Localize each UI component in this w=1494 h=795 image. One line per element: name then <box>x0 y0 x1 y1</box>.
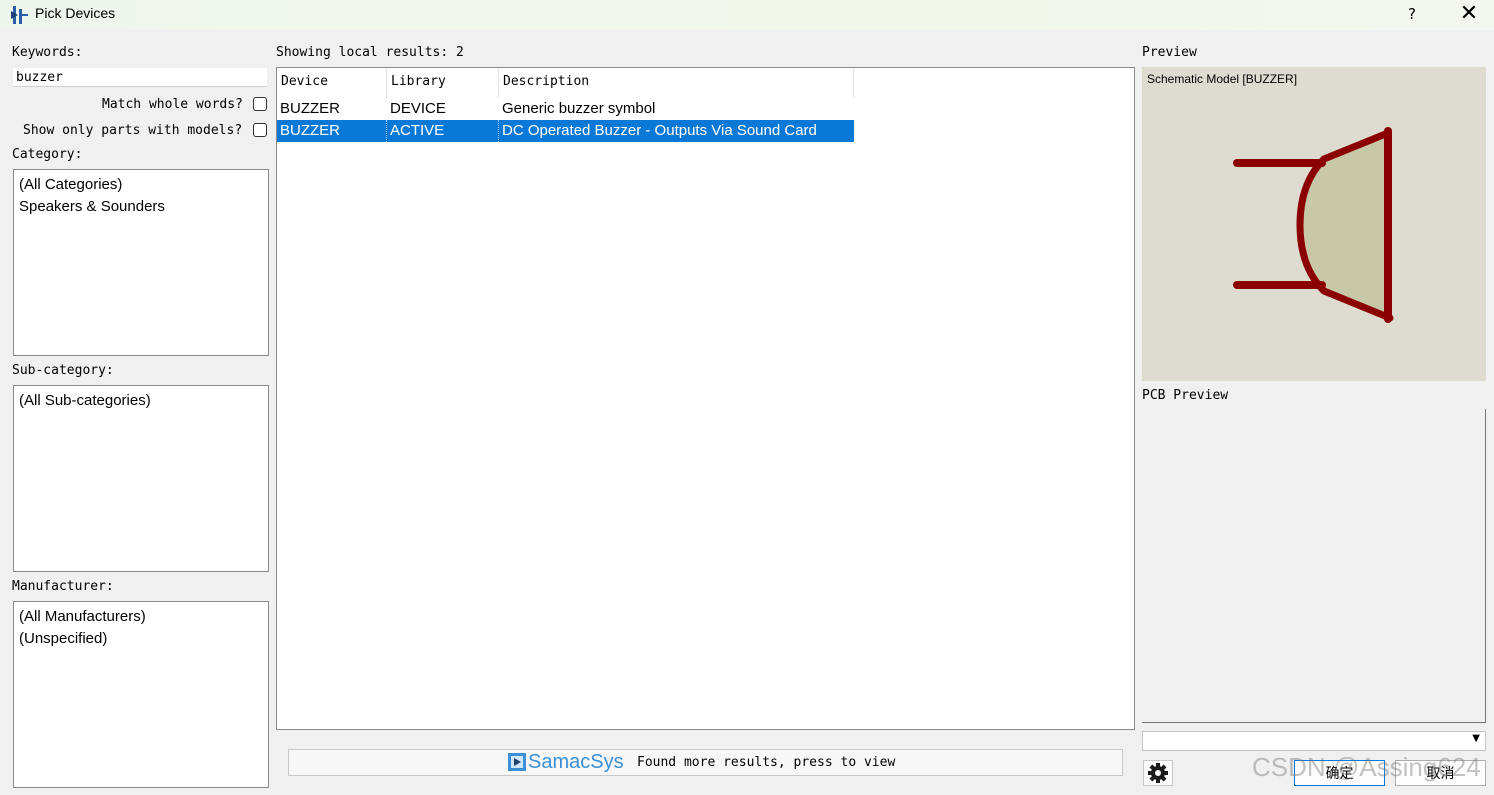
show-only-models-checkbox[interactable] <box>253 123 267 137</box>
column-header-description[interactable]: Description <box>499 68 854 98</box>
manufacturer-item[interactable]: (All Manufacturers) <box>19 606 263 628</box>
chevron-down-icon: ▼ <box>1472 733 1480 744</box>
pcb-preview <box>1142 409 1486 723</box>
close-button[interactable]: ✕ <box>1456 3 1482 27</box>
results-summary: Showing local results: 2 <box>276 45 464 60</box>
device-cell: BUZZER <box>280 100 340 117</box>
cancel-button[interactable]: 取消 <box>1395 760 1486 786</box>
table-row[interactable]: BUZZER DEVICE Generic buzzer symbol <box>277 98 854 120</box>
samacsys-brand: SamacSys <box>528 751 624 773</box>
samacsys-message: Found more results, press to view <box>637 755 896 770</box>
ok-button[interactable]: 确定 <box>1294 760 1385 786</box>
show-only-models-label: Show only parts with models? <box>23 123 243 138</box>
keywords-input[interactable] <box>13 68 267 87</box>
category-item[interactable]: Speakers & Sounders <box>19 196 263 218</box>
schematic-preview: Schematic Model [BUZZER] <box>1142 67 1486 381</box>
device-cell: BUZZER <box>277 120 387 142</box>
package-select[interactable]: ▼ <box>1142 731 1486 751</box>
manufacturer-item[interactable]: (Unspecified) <box>19 628 263 650</box>
description-cell: DC Operated Buzzer - Outputs Via Sound C… <box>502 122 817 139</box>
category-label: Category: <box>12 147 83 162</box>
gear-icon <box>1148 763 1168 783</box>
preview-label: Preview <box>1142 45 1197 60</box>
samacsys-logo-icon <box>508 753 526 771</box>
column-header-library[interactable]: Library <box>387 68 499 98</box>
window-title: Pick Devices <box>35 5 116 21</box>
category-list[interactable]: (All Categories) Speakers & Sounders <box>13 169 269 356</box>
settings-button[interactable] <box>1143 760 1173 786</box>
samacsys-banner[interactable]: SamacSys Found more results, press to vi… <box>288 749 1123 776</box>
description-cell: Generic buzzer symbol <box>502 100 656 117</box>
keywords-label: Keywords: <box>12 45 83 60</box>
pcb-preview-label: PCB Preview <box>1142 388 1229 403</box>
match-whole-words-label: Match whole words? <box>102 97 243 112</box>
table-row-selected[interactable]: BUZZER ACTIVE DC Operated Buzzer - Outpu… <box>277 120 854 142</box>
subcategory-item[interactable]: (All Sub-categories) <box>19 390 263 412</box>
manufacturer-list[interactable]: (All Manufacturers) (Unspecified) <box>13 601 269 788</box>
subcategory-list[interactable]: (All Sub-categories) <box>13 385 269 572</box>
help-button[interactable]: ? <box>1400 3 1424 27</box>
manufacturer-label: Manufacturer: <box>12 579 114 594</box>
match-whole-words-checkbox[interactable] <box>253 97 267 111</box>
library-cell: DEVICE <box>390 100 446 117</box>
library-cell: ACTIVE <box>387 120 499 142</box>
app-icon <box>10 5 28 25</box>
column-header-device[interactable]: Device <box>277 68 387 98</box>
title-bar: Pick Devices ? ✕ <box>0 0 1494 30</box>
buzzer-symbol-icon <box>1233 127 1394 323</box>
results-table[interactable]: Device Library Description BUZZER DEVICE… <box>276 67 1135 730</box>
category-item[interactable]: (All Categories) <box>19 174 263 196</box>
subcategory-label: Sub-category: <box>12 363 114 378</box>
